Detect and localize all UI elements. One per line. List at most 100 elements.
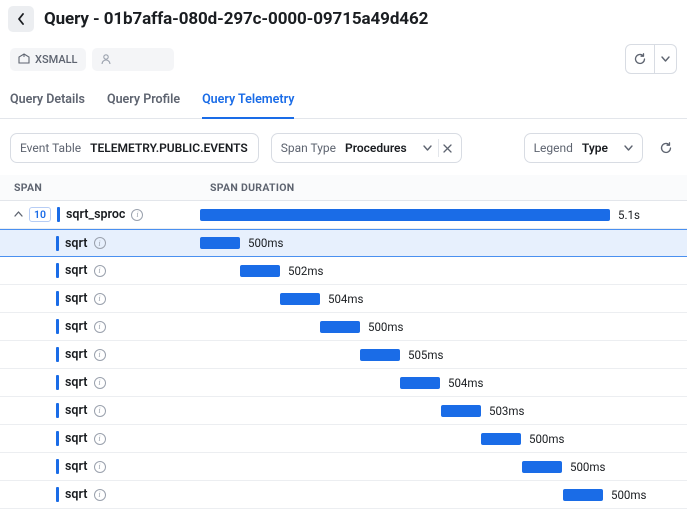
span-name: sqrt (65, 263, 88, 278)
refresh-options-button[interactable] (655, 44, 677, 74)
span-name: sqrt (65, 319, 88, 334)
span-tick (56, 375, 59, 390)
duration-label: 500ms (368, 320, 403, 334)
tab-query-profile[interactable]: Query Profile (107, 84, 180, 118)
span-row[interactable]: sqrti 502ms (0, 257, 687, 285)
filter-span-type-val: Procedures (345, 141, 417, 155)
back-button[interactable] (8, 6, 34, 32)
duration-bar (400, 377, 440, 389)
span-row[interactable]: sqrti 504ms (0, 285, 687, 313)
span-tick (56, 319, 59, 334)
filter-span-type-key: Span Type (272, 141, 345, 155)
warehouse-icon (18, 53, 30, 65)
span-row[interactable]: sqrti 500ms (0, 313, 687, 341)
duration-label: 500ms (248, 236, 283, 250)
duration-label: 504ms (328, 292, 363, 306)
info-icon[interactable]: i (94, 265, 106, 277)
page-title: Query - 01b7affa-080d-297c-0000-09715a49… (44, 9, 428, 29)
filter-event-table[interactable]: Event Table TELEMETRY.PUBLIC.EVENTS (10, 133, 259, 163)
duration-label: 502ms (288, 264, 323, 278)
info-icon[interactable]: i (94, 461, 106, 473)
duration-bar (441, 405, 481, 417)
legend-key: Legend (525, 141, 582, 155)
span-name: sqrt (65, 236, 88, 251)
span-name: sqrt (65, 375, 88, 390)
duration-bar (522, 461, 562, 473)
info-icon[interactable]: i (94, 489, 106, 501)
span-tick (56, 236, 59, 251)
duration-label: 504ms (448, 376, 483, 390)
tabs: Query Details Query Profile Query Teleme… (0, 84, 687, 119)
span-row[interactable]: sqrti 500ms (0, 481, 687, 509)
refresh-telemetry-button[interactable] (655, 141, 677, 155)
duration-label: 505ms (408, 348, 443, 362)
span-row[interactable]: sqrti 500ms (0, 229, 687, 257)
duration-bar (280, 293, 320, 305)
duration-bar (481, 433, 521, 445)
role-label (117, 53, 120, 66)
legend-val: Type (582, 141, 618, 155)
tab-query-telemetry[interactable]: Query Telemetry (202, 84, 294, 119)
info-icon[interactable]: i (94, 405, 106, 417)
span-tick (56, 431, 59, 446)
span-tick (56, 459, 59, 474)
duration-label: 5.1s (618, 208, 640, 222)
filter-event-table-val: TELEMETRY.PUBLIC.EVENTS (90, 141, 258, 155)
warehouse-label: XSMALL (35, 53, 78, 66)
span-tick (56, 263, 59, 278)
close-icon[interactable] (439, 144, 461, 153)
filter-span-type[interactable]: Span Type Procedures (271, 133, 462, 163)
chevron-down-icon[interactable] (417, 145, 438, 151)
collapse-toggle[interactable] (14, 210, 23, 219)
chevron-left-icon (17, 13, 25, 25)
refresh-button[interactable] (625, 44, 655, 74)
role-chip[interactable] (92, 48, 175, 71)
tab-query-details[interactable]: Query Details (10, 84, 85, 118)
span-name: sqrt (65, 487, 88, 502)
span-name: sqrt (65, 403, 88, 418)
legend-selector[interactable]: Legend Type (524, 133, 643, 163)
duration-bar (320, 321, 360, 333)
duration-bar (200, 237, 240, 249)
info-icon[interactable]: i (94, 293, 106, 305)
col-header-duration: SPAN DURATION (210, 181, 677, 194)
duration-bar (360, 349, 400, 361)
span-row-root[interactable]: 10sqrt_sproci5.1s (0, 201, 687, 229)
span-tick (57, 207, 60, 222)
duration-bar (563, 489, 603, 501)
info-icon[interactable]: i (94, 349, 106, 361)
span-tick (56, 291, 59, 306)
span-name: sqrt (65, 431, 88, 446)
info-icon[interactable]: i (131, 209, 143, 221)
span-row[interactable]: sqrti 500ms (0, 425, 687, 453)
duration-label: 503ms (489, 404, 524, 418)
duration-label: 500ms (529, 432, 564, 446)
span-name: sqrt (65, 347, 88, 362)
info-icon[interactable]: i (94, 377, 106, 389)
info-icon[interactable]: i (94, 237, 106, 249)
span-row[interactable]: sqrti 503ms (0, 397, 687, 425)
span-row[interactable]: sqrti 505ms (0, 341, 687, 369)
user-icon (100, 53, 112, 65)
span-tick (56, 487, 59, 502)
span-tick (56, 347, 59, 362)
span-name: sqrt (65, 291, 88, 306)
refresh-icon (659, 141, 673, 155)
filter-event-table-key: Event Table (11, 141, 90, 155)
refresh-icon (633, 52, 647, 66)
span-tick (56, 403, 59, 418)
chevron-down-icon (661, 56, 670, 62)
info-icon[interactable]: i (94, 321, 106, 333)
span-name: sqrt (65, 459, 88, 474)
span-row[interactable]: sqrti 504ms (0, 369, 687, 397)
col-header-span: SPAN (10, 181, 210, 194)
info-icon[interactable]: i (94, 433, 106, 445)
duration-bar (240, 265, 280, 277)
duration-bar (200, 209, 610, 221)
warehouse-chip[interactable]: XSMALL (10, 48, 86, 71)
chevron-down-icon[interactable] (618, 145, 642, 151)
span-row[interactable]: sqrti 500ms (0, 453, 687, 481)
duration-label: 500ms (611, 488, 646, 502)
duration-label: 500ms (570, 460, 605, 474)
span-name: sqrt_sproc (66, 207, 125, 222)
